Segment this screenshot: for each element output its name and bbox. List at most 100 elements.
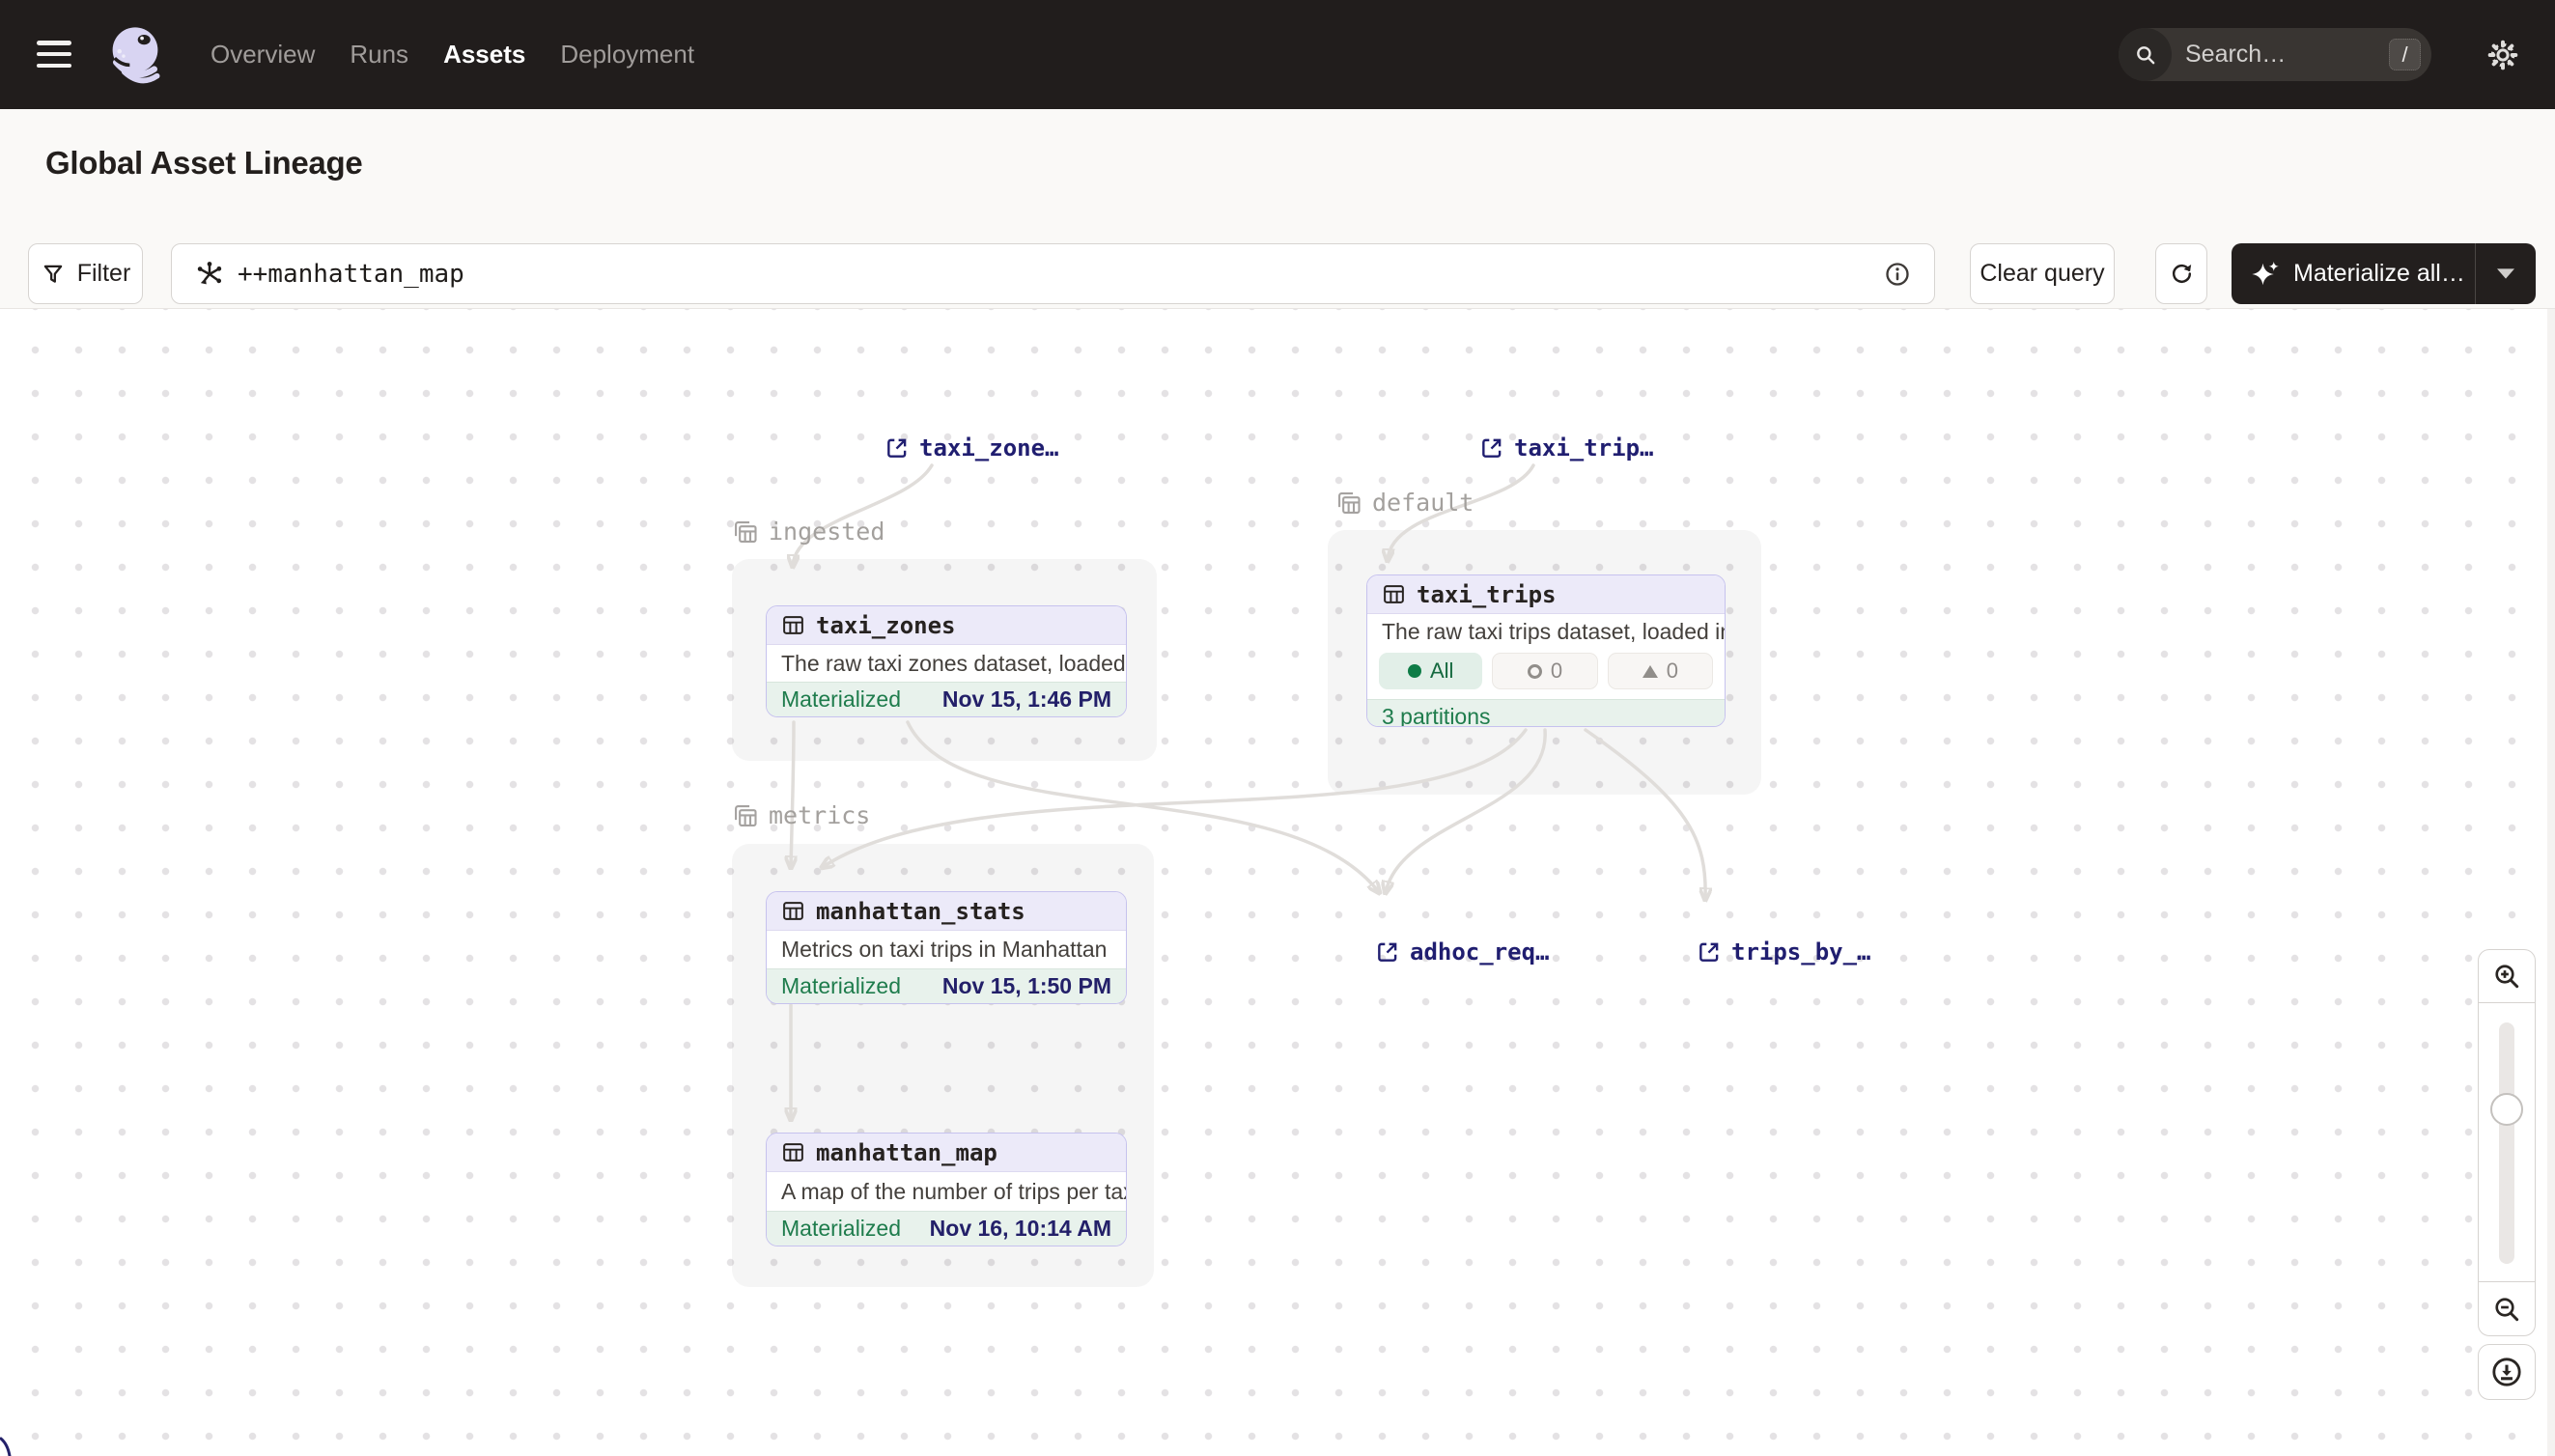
filter-button[interactable]: Filter <box>28 243 143 304</box>
asset-group-icon <box>732 802 759 829</box>
asset-description: A map of the number of trips per taxi z.… <box>767 1172 1126 1211</box>
asset-node-taxi-trips[interactable]: taxi_trips The raw taxi trips dataset, l… <box>1366 574 1726 727</box>
download-graph-button[interactable] <box>2478 1344 2536 1400</box>
asset-description: The raw taxi zones dataset, loaded int..… <box>767 645 1126 682</box>
search-placeholder: Search… <box>2185 41 2389 69</box>
link-node-label: trips_by_… <box>1731 938 1871 966</box>
asset-footer: Materialized Nov 15, 1:46 PM <box>767 682 1126 716</box>
materialized-status: Materialized <box>781 686 901 713</box>
filter-button-label: Filter <box>77 260 131 288</box>
external-link-icon <box>1479 435 1504 461</box>
global-search-input[interactable]: Search… / <box>2119 28 2431 81</box>
download-icon <box>2490 1356 2523 1388</box>
materialized-status: Materialized <box>781 1216 901 1242</box>
asset-group-icon <box>1335 490 1362 517</box>
clear-query-label: Clear query <box>1979 260 2104 288</box>
page-title: Global Asset Lineage <box>45 145 362 182</box>
asset-node-header: manhattan_stats <box>767 892 1126 931</box>
query-value: ++manhattan_map <box>238 260 1884 289</box>
zoom-slider-thumb[interactable] <box>2490 1093 2523 1126</box>
group-label-default[interactable]: default <box>1335 489 1474 517</box>
link-node-label: taxi_trip… <box>1514 434 1654 462</box>
link-node-taxi-trips-file[interactable]: taxi_trip… <box>1479 434 1654 462</box>
group-name: metrics <box>769 801 870 829</box>
link-node-label: taxi_zone… <box>919 434 1059 462</box>
main-nav: Overview Runs Assets Deployment <box>211 0 694 109</box>
partitions-failed-pill[interactable]: 0 <box>1608 653 1713 689</box>
table-icon <box>781 899 805 923</box>
refresh-icon <box>2169 261 2195 287</box>
materialized-status: Materialized <box>781 973 901 999</box>
zoom-in-button[interactable] <box>2479 950 2535 1003</box>
sparkle-icon <box>2251 260 2280 289</box>
lineage-toolbar: Filter ++manhattan_map Clear query <box>0 217 2555 309</box>
asset-footer: 3 partitions <box>1367 699 1725 727</box>
group-name: ingested <box>769 518 884 546</box>
materialized-timestamp: Nov 16, 10:14 AM <box>930 1216 1111 1242</box>
link-node-taxi-zone-file[interactable]: taxi_zone… <box>884 434 1059 462</box>
asset-node-manhattan-map[interactable]: manhattan_map A map of the number of tri… <box>766 1133 1127 1246</box>
asset-node-header: manhattan_map <box>767 1134 1126 1172</box>
asset-description: The raw taxi trips dataset, loaded into … <box>1367 614 1725 649</box>
filter-funnel-icon <box>41 262 66 287</box>
zoom-slider[interactable] <box>2479 1003 2535 1282</box>
group-label-ingested[interactable]: ingested <box>732 518 884 546</box>
pill-label: All <box>1430 658 1453 684</box>
nav-assets[interactable]: Assets <box>443 40 525 70</box>
asset-footer: Materialized Nov 16, 10:14 AM <box>767 1211 1126 1246</box>
materialize-all-button[interactable]: Materialize all… <box>2232 243 2536 304</box>
zoom-out-button[interactable] <box>2479 1282 2535 1335</box>
materialized-timestamp: Nov 15, 1:50 PM <box>942 973 1111 999</box>
external-link-icon <box>884 435 910 461</box>
zoom-in-icon <box>2491 961 2522 992</box>
link-node-label: adhoc_req… <box>1410 938 1550 966</box>
asset-selection-query-input[interactable]: ++manhattan_map <box>171 243 1935 304</box>
asset-description: Metrics on taxi trips in Manhattan <box>767 931 1126 968</box>
asset-footer: Materialized Nov 15, 1:50 PM <box>767 968 1126 1003</box>
table-icon <box>781 613 805 637</box>
asset-node-taxi-zones[interactable]: taxi_zones The raw taxi zones dataset, l… <box>766 605 1127 717</box>
nav-runs[interactable]: Runs <box>350 40 408 70</box>
vertical-scrollbar[interactable] <box>2547 309 2555 1456</box>
nav-deployment[interactable]: Deployment <box>560 40 694 70</box>
asset-name: manhattan_stats <box>816 898 1025 925</box>
group-label-metrics[interactable]: metrics <box>732 801 870 829</box>
settings-gear-icon[interactable] <box>2486 39 2519 71</box>
link-node-adhoc-request[interactable]: adhoc_req… <box>1375 938 1550 966</box>
zoom-out-icon <box>2491 1294 2522 1325</box>
clear-query-button[interactable]: Clear query <box>1970 243 2115 304</box>
partitions-missing-pill[interactable]: 0 <box>1492 653 1597 689</box>
success-dot-icon <box>1408 664 1421 678</box>
warning-triangle-icon <box>1642 665 1658 678</box>
partition-health-row: All 0 0 <box>1367 649 1725 699</box>
nav-overview[interactable]: Overview <box>211 40 315 70</box>
graph-query-icon <box>195 259 224 290</box>
refresh-graph-button[interactable] <box>2155 243 2207 304</box>
asset-node-manhattan-stats[interactable]: manhattan_stats Metrics on taxi trips in… <box>766 891 1127 1004</box>
top-navigation-bar: Overview Runs Assets Deployment Search… … <box>0 0 2555 109</box>
zoom-slider-track[interactable] <box>2499 1022 2514 1264</box>
materialize-dropdown-caret[interactable] <box>2476 243 2536 304</box>
materialized-timestamp: Nov 15, 1:46 PM <box>942 686 1111 713</box>
caret-down-icon <box>2497 268 2514 279</box>
asset-lineage-canvas[interactable]: ingested default metrics taxi_zone… <box>0 309 2555 1456</box>
page-header: Global Asset Lineage Reload definitions <box>0 109 2555 217</box>
dagster-logo[interactable] <box>102 21 168 87</box>
partitions-all-pill[interactable]: All <box>1379 653 1482 689</box>
pill-label: 0 <box>1551 658 1562 684</box>
zoom-control-panel <box>2478 949 2536 1336</box>
asset-name: taxi_trips <box>1417 581 1557 608</box>
menu-hamburger-icon[interactable] <box>37 41 71 68</box>
table-icon <box>781 1140 805 1164</box>
link-node-trips-by-week[interactable]: trips_by_… <box>1697 938 1871 966</box>
external-link-icon <box>1375 939 1400 965</box>
lineage-edges <box>0 309 2555 1456</box>
asset-node-header: taxi_trips <box>1367 575 1725 614</box>
pill-label: 0 <box>1667 658 1678 684</box>
asset-group-icon <box>732 518 759 546</box>
asset-name: taxi_zones <box>816 612 956 639</box>
asset-node-header: taxi_zones <box>767 606 1126 645</box>
query-info-icon[interactable] <box>1884 261 1911 288</box>
external-link-icon <box>1697 939 1722 965</box>
materialize-all-label: Materialize all… <box>2293 260 2465 288</box>
